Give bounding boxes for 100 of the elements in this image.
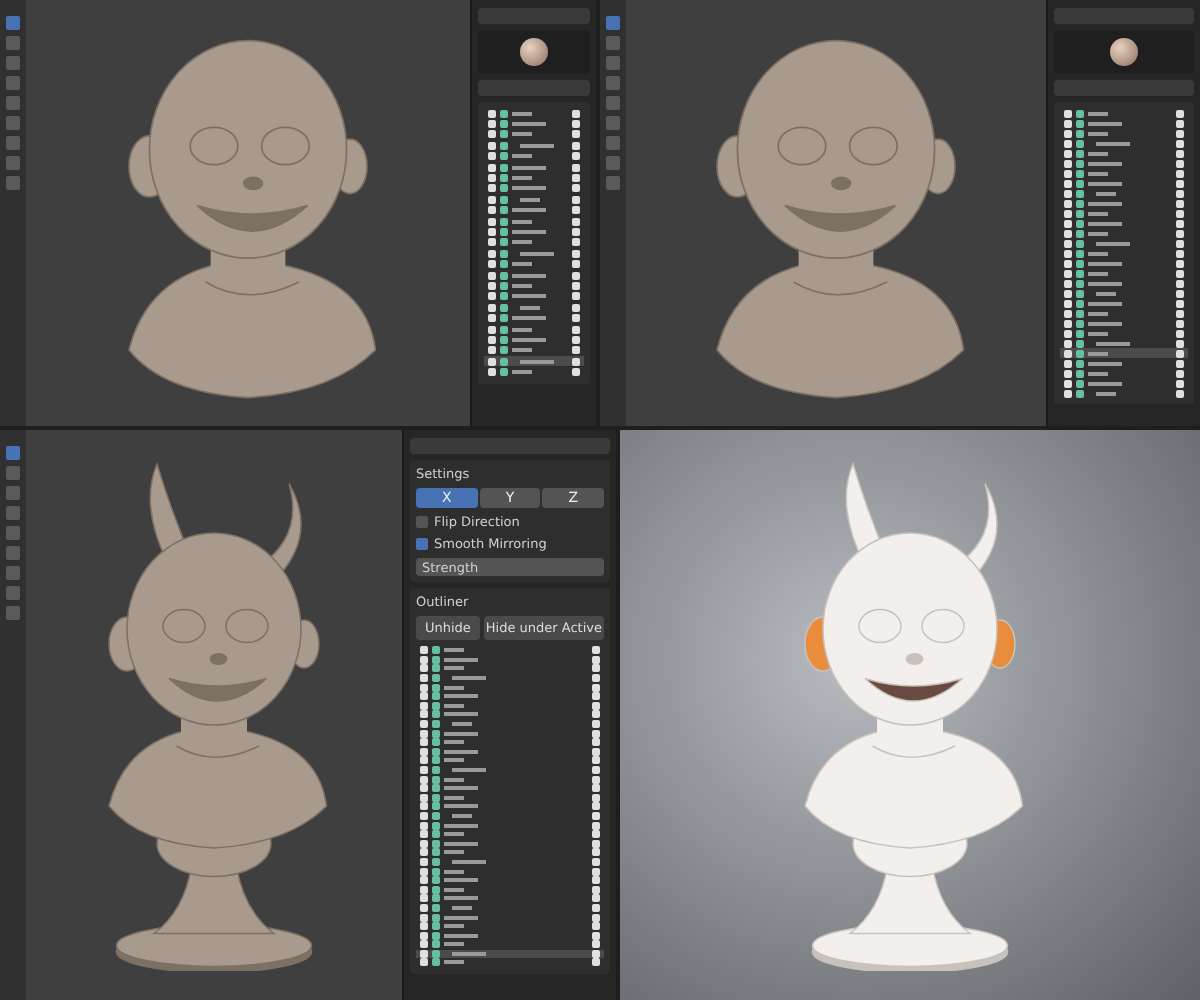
outliner-row[interactable]	[1060, 238, 1188, 248]
outliner-row[interactable]	[416, 691, 604, 702]
outliner-row[interactable]	[1060, 378, 1188, 388]
outliner-row[interactable]	[1060, 228, 1188, 238]
outliner-row[interactable]	[416, 774, 604, 784]
outliner-row[interactable]	[1060, 348, 1188, 358]
outliner-row[interactable]	[416, 829, 604, 839]
row-name-bar	[444, 758, 464, 763]
outliner-row[interactable]	[416, 765, 604, 775]
outliner-row[interactable]	[416, 949, 604, 959]
outliner-row[interactable]	[484, 302, 584, 313]
outliner-row[interactable]	[416, 884, 604, 895]
row-name-bar	[512, 294, 546, 299]
outliner-row[interactable]	[416, 664, 604, 674]
outliner-row[interactable]	[484, 129, 584, 141]
outliner-row[interactable]	[416, 820, 604, 830]
outliner-row[interactable]	[484, 118, 584, 130]
outliner-row[interactable]	[1060, 128, 1188, 138]
outliner-row[interactable]	[416, 802, 604, 812]
outliner-row[interactable]	[1060, 148, 1188, 158]
outliner-row[interactable]	[484, 269, 584, 281]
outliner-row[interactable]	[484, 323, 584, 335]
outliner-row[interactable]	[484, 334, 584, 346]
outliner-row[interactable]	[416, 958, 604, 968]
outliner-row[interactable]	[484, 183, 584, 195]
outliner-row[interactable]	[416, 875, 604, 885]
outliner-row[interactable]	[1060, 308, 1188, 318]
row-name-bar	[444, 685, 464, 690]
row-name-bar	[512, 273, 546, 278]
outliner-row[interactable]	[1060, 288, 1188, 298]
outliner-row[interactable]	[1060, 328, 1188, 338]
outliner-row[interactable]	[1060, 188, 1188, 198]
outliner-row[interactable]	[1060, 208, 1188, 218]
outliner-row[interactable]	[484, 248, 584, 259]
outliner-row[interactable]	[416, 747, 604, 757]
outliner-row[interactable]	[484, 237, 584, 249]
outliner-row[interactable]	[484, 215, 584, 227]
outliner-row[interactable]	[1060, 198, 1188, 208]
outliner-row[interactable]	[1060, 178, 1188, 188]
outliner-row[interactable]	[1060, 108, 1188, 118]
outliner-row[interactable]	[484, 355, 584, 367]
outliner-row[interactable]	[1060, 258, 1188, 268]
outliner-row[interactable]	[1060, 248, 1188, 258]
outliner-row[interactable]	[1060, 158, 1188, 168]
outliner-row[interactable]	[416, 940, 604, 950]
outliner-row[interactable]	[1060, 138, 1188, 148]
outliner-row[interactable]	[484, 345, 584, 356]
outliner-row[interactable]	[416, 728, 604, 738]
row-name-bar	[512, 316, 546, 321]
outliner-row[interactable]	[484, 226, 584, 238]
row-name-bar	[512, 283, 532, 288]
outliner-row[interactable]	[416, 903, 604, 913]
outliner-row[interactable]	[484, 205, 584, 216]
outliner-row[interactable]	[484, 140, 584, 152]
checkbox[interactable]	[416, 516, 428, 528]
outliner-row[interactable]	[416, 756, 604, 766]
outliner-row[interactable]	[1060, 338, 1188, 348]
outliner-row[interactable]	[416, 737, 604, 748]
outliner-row[interactable]	[416, 866, 604, 876]
outliner-row[interactable]	[416, 673, 604, 683]
outliner-row[interactable]	[416, 838, 604, 849]
outliner-row[interactable]	[416, 793, 604, 803]
outliner-row[interactable]	[416, 710, 604, 720]
outliner-row[interactable]	[1060, 358, 1188, 368]
outliner-row[interactable]	[416, 655, 604, 665]
outliner-row[interactable]	[416, 646, 604, 656]
outliner-row[interactable]	[416, 894, 604, 904]
outliner-row[interactable]	[416, 682, 604, 692]
row-name-bar	[444, 823, 478, 828]
outliner-row[interactable]	[484, 366, 584, 378]
outliner-row[interactable]	[416, 783, 604, 793]
outliner-row[interactable]	[484, 108, 584, 119]
row-name-bar	[520, 143, 554, 148]
row-name-bar	[444, 740, 464, 745]
outliner-row[interactable]	[416, 912, 604, 922]
outliner-row[interactable]	[416, 857, 604, 867]
outliner-row[interactable]	[1060, 298, 1188, 308]
outliner-row[interactable]	[1060, 278, 1188, 288]
outliner-row[interactable]	[1060, 218, 1188, 228]
checkbox[interactable]	[416, 538, 428, 550]
outliner-row[interactable]	[1060, 168, 1188, 178]
outliner-row[interactable]	[1060, 368, 1188, 378]
outliner-row[interactable]	[416, 930, 604, 940]
outliner-row[interactable]	[416, 921, 604, 931]
outliner-row[interactable]	[484, 161, 584, 173]
outliner-row[interactable]	[416, 848, 604, 858]
outliner-row[interactable]	[484, 172, 584, 184]
outliner-row[interactable]	[484, 312, 584, 324]
outliner-row[interactable]	[484, 280, 584, 292]
outliner-row[interactable]	[416, 701, 604, 711]
outliner-row[interactable]	[484, 194, 584, 206]
outliner-row[interactable]	[484, 258, 584, 270]
outliner-row[interactable]	[484, 291, 584, 303]
outliner-row[interactable]	[416, 811, 604, 821]
outliner-row[interactable]	[484, 151, 584, 162]
outliner-row[interactable]	[1060, 268, 1188, 278]
outliner-row[interactable]	[416, 719, 604, 729]
outliner-row[interactable]	[1060, 118, 1188, 128]
outliner-row[interactable]	[1060, 318, 1188, 328]
outliner-row[interactable]	[1060, 388, 1188, 398]
